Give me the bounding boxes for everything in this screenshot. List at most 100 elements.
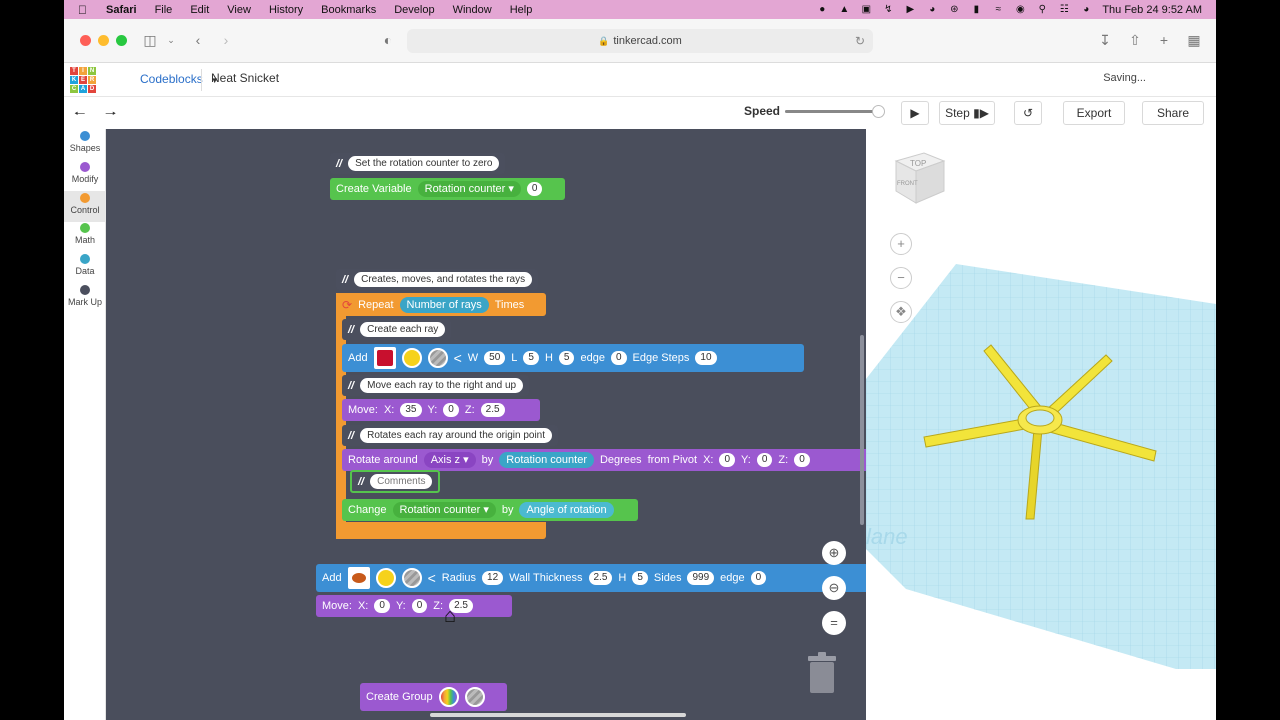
move-x-field[interactable]: 35 [400, 403, 422, 417]
comment-block[interactable]: // Set the rotation counter to zero [330, 153, 506, 174]
variable-dropdown[interactable]: Rotation counter ▾ [417, 181, 521, 197]
comment-block[interactable]: // Move each ray to the right and up [342, 375, 530, 396]
viewer-zoom-out-button[interactable]: − [890, 267, 912, 289]
hole-toggle[interactable] [401, 568, 422, 588]
width-field[interactable]: 50 [484, 351, 506, 365]
zoom-reset-button[interactable]: = [822, 611, 846, 635]
apple-icon[interactable]:  [78, 3, 92, 17]
bolt-icon[interactable]: ↯ [882, 4, 894, 15]
menu-window[interactable]: Window [453, 4, 492, 16]
category-data[interactable]: Data [64, 254, 106, 282]
shield-icon[interactable]: ◐ [378, 31, 398, 49]
menu-edit[interactable]: Edit [190, 4, 209, 16]
repeat-block[interactable]: ⟳ Repeat Number of rays Times [336, 293, 546, 316]
speed-slider-knob[interactable] [872, 105, 885, 118]
menu-app[interactable]: Safari [106, 4, 137, 16]
display-icon[interactable]: ▣ [860, 4, 872, 15]
pivot-y-field[interactable]: 0 [756, 453, 773, 467]
headphones-icon[interactable]: ◕ [926, 4, 938, 15]
rotate-block[interactable]: Rotate around Axis z ▾ by Rotation count… [342, 449, 866, 471]
forward-icon[interactable]: › [216, 31, 236, 49]
sides-field[interactable]: 999 [687, 571, 715, 585]
reload-icon[interactable]: ↻ [855, 29, 865, 53]
close-window-button[interactable] [80, 35, 91, 46]
download-icon[interactable]: ↧ [1095, 31, 1115, 49]
rotation-counter-variable[interactable]: Rotation counter [499, 452, 594, 468]
design-name[interactable]: Neat Snicket [211, 71, 279, 85]
menu-help[interactable]: Help [510, 4, 533, 16]
category-math[interactable]: Math [64, 223, 106, 251]
hole-toggle[interactable] [464, 687, 485, 707]
comment-block[interactable]: // Create each ray [342, 319, 452, 340]
wall-thickness-field[interactable]: 2.5 [588, 571, 613, 585]
pivot-x-field[interactable]: 0 [719, 453, 736, 467]
move-block[interactable]: Move: X: 0 Y: 0 Z: 2.5 [316, 595, 512, 617]
box-shape-thumbnail[interactable] [373, 347, 396, 369]
clock[interactable]: Thu Feb 24 9:52 AM [1102, 4, 1202, 16]
view-cube[interactable]: TOP FRONT [886, 147, 946, 207]
pivot-z-field[interactable]: 0 [794, 453, 810, 467]
multicolor-swatch[interactable] [438, 687, 459, 707]
viewer-fit-button[interactable]: ❖ [890, 301, 912, 323]
move-x-field[interactable]: 0 [374, 599, 390, 613]
comment-text[interactable]: Create each ray [360, 322, 446, 337]
reset-button[interactable]: ↺ [1014, 101, 1042, 125]
change-variable-block[interactable]: Change Rotation counter ▾ by Angle of ro… [342, 499, 638, 521]
speed-slider[interactable] [785, 105, 885, 118]
add-box-block[interactable]: Add < W 50 L 5 H 5 edge 0 Edge Steps 10 [342, 344, 804, 372]
wifi-icon[interactable]: ≈ [992, 4, 1004, 15]
zoom-out-button[interactable]: ⊖ [822, 576, 846, 600]
comment-block[interactable]: // Creates, moves, and rotates the rays [336, 269, 539, 290]
edge-field[interactable]: 0 [750, 571, 767, 585]
viewer-zoom-in-button[interactable]: + [890, 233, 912, 255]
battery-icon[interactable]: ▮ [970, 4, 982, 15]
move-y-field[interactable]: 0 [443, 403, 459, 417]
export-button[interactable]: Export [1063, 101, 1125, 125]
radius-field[interactable]: 12 [482, 571, 504, 585]
flame-icon[interactable]: ▲ [838, 4, 850, 15]
height-field[interactable]: 5 [632, 571, 648, 585]
tube-shape-thumbnail[interactable] [347, 567, 370, 589]
comment-text[interactable]: Creates, moves, and rotates the rays [354, 272, 533, 287]
menu-view[interactable]: View [227, 4, 251, 16]
zoom-window-button[interactable] [116, 35, 127, 46]
create-group-block[interactable]: Create Group [360, 683, 507, 711]
category-shapes[interactable]: Shapes [64, 131, 106, 159]
angle-of-rotation-variable[interactable]: Angle of rotation [519, 502, 614, 518]
new-tab-icon[interactable]: + [1154, 31, 1174, 49]
menu-bookmarks[interactable]: Bookmarks [321, 4, 376, 16]
comment-text[interactable]: Rotates each ray around the origin point [360, 428, 553, 443]
back-icon[interactable]: ‹ [188, 31, 208, 49]
redo-icon[interactable]: 🠒 [105, 105, 116, 127]
number-field[interactable]: 0 [526, 182, 543, 196]
3d-viewer[interactable]: TOP FRONT + − ❖ lane [866, 129, 1216, 720]
horizontal-scrollbar[interactable] [430, 713, 686, 717]
menu-history[interactable]: History [269, 4, 303, 16]
category-modify[interactable]: Modify [64, 162, 106, 190]
variable-dropdown[interactable]: Rotation counter ▾ [392, 502, 496, 518]
edge-steps-field[interactable]: 10 [695, 351, 717, 365]
move-y-field[interactable]: 0 [411, 599, 428, 613]
menu-file[interactable]: File [155, 4, 173, 16]
comment-block[interactable]: // Rotates each ray around the origin po… [342, 425, 559, 446]
category-markup[interactable]: Mark Up [64, 285, 106, 313]
menu-develop[interactable]: Develop [394, 4, 434, 16]
chevron-down-icon[interactable]: ⌄ [161, 31, 181, 49]
collapse-icon[interactable]: < [454, 350, 462, 366]
hole-toggle[interactable] [427, 348, 448, 368]
minimize-window-button[interactable] [98, 35, 109, 46]
comment-text[interactable]: Move each ray to the right and up [360, 378, 524, 393]
control-center-icon[interactable]: ☷ [1058, 4, 1070, 15]
height-field[interactable]: 5 [558, 351, 575, 365]
move-block[interactable]: Move: X: 35 Y: 0 Z: 2.5 [342, 399, 540, 421]
share-icon[interactable]: ⇧ [1125, 31, 1145, 49]
step-button[interactable]: Step ▮▶ [939, 101, 995, 125]
address-bar[interactable]: 🔒 tinkercad.com ↻ [407, 29, 873, 53]
undo-icon[interactable]: 🠐 [74, 105, 85, 127]
color-swatch[interactable] [401, 348, 422, 368]
create-variable-block[interactable]: Create Variable Rotation counter ▾ 0 [330, 178, 565, 200]
axis-dropdown[interactable]: Axis z ▾ [423, 452, 476, 468]
tinkercad-logo[interactable]: T I N K E R C A D [70, 67, 96, 93]
edge-field[interactable]: 0 [610, 351, 627, 365]
record-icon[interactable]: ● [816, 4, 828, 15]
